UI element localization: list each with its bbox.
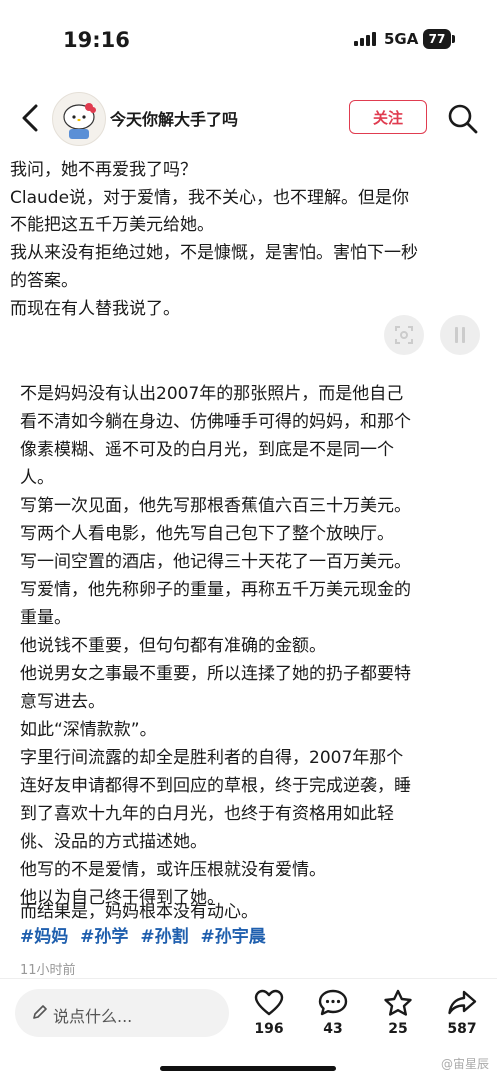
body-line: 写一间空置的酒店，他记得三十天花了一百万美元。 (20, 552, 411, 572)
hashtag-link[interactable]: #妈妈 (20, 927, 68, 947)
body-line: 如此“深情款款”。 (20, 720, 157, 740)
battery-tip (452, 35, 455, 43)
author-name[interactable]: 今天你解大手了吗 (110, 106, 238, 130)
screenshot-button[interactable] (384, 315, 424, 355)
body-line: 意写进去。 (20, 692, 105, 712)
image-text-line: 我从来没有拒绝过她，不是慷慨，是害怕。害怕下一秒 (10, 243, 418, 263)
favorite-button[interactable]: 25 (368, 989, 428, 1037)
follow-button[interactable]: 关注 (349, 100, 427, 134)
image-text-line: 的答案。 (10, 271, 78, 291)
body-line: 他写的不是爱情，或许压根就没有爱情。 (20, 860, 326, 880)
like-count: 196 (254, 1021, 284, 1037)
like-button[interactable]: 196 (239, 989, 299, 1037)
body-line: 连好友申请都得不到回应的草根，终于完成逆袭，睡 (20, 776, 411, 796)
body-line: 像素模糊、遥不可及的白月光，到底是不是同一个 (20, 440, 394, 460)
signal-icon (354, 32, 376, 46)
body-line: 字里行间流露的却全是胜利者的自得，2007年那个 (20, 748, 404, 768)
image-text-line: 我问，她不再爱我了吗？ (10, 160, 197, 180)
body-line: 人。 (20, 468, 54, 488)
pause-button[interactable] (440, 315, 480, 355)
hello-kitty-avatar-icon (63, 103, 96, 139)
hashtag-link[interactable]: #孙宇晨 (201, 927, 266, 947)
nav-bar: 今天你解大手了吗 关注 (0, 88, 497, 148)
favorite-count: 25 (388, 1021, 408, 1037)
comment-input[interactable]: 说点什么... (15, 989, 229, 1037)
comment-count: 43 (323, 1021, 343, 1037)
image-text-line: Claude说，对于爱情，我不关心，也不理解。但是你 (10, 188, 410, 208)
body-line: 重量。 (20, 608, 71, 628)
body-line: 写第一次见面，他先写那根香蕉值六百三十万美元。 (20, 496, 411, 516)
avatar[interactable] (52, 92, 106, 146)
share-button[interactable]: 587 (432, 989, 492, 1037)
comment-button[interactable]: 43 (303, 989, 363, 1037)
body-line: 写两个人看电影，他先写自己包下了整个放映厅。 (20, 524, 394, 544)
body-line: 写爱情，他先称卵子的重量，再称五千万美元现金的 (20, 580, 411, 600)
hashtag-link[interactable]: #孙割 (140, 927, 188, 947)
post-timestamp: 11小时前 (20, 963, 76, 978)
status-time: 19:16 (63, 28, 130, 52)
search-icon[interactable] (446, 102, 480, 136)
heart-icon (254, 989, 284, 1016)
share-arrow-icon (448, 990, 477, 1015)
image-text-line: 不能把这五千万美元给她。 (10, 215, 214, 235)
body-line: 佻、没品的方式描述她。 (20, 832, 207, 852)
divider (0, 978, 497, 979)
screenshot-icon (395, 326, 413, 344)
comment-placeholder: 说点什么... (53, 1007, 133, 1026)
network-type: 5GA (384, 30, 419, 48)
body-line: 看不清如今躺在身边、仿佛唾手可得的妈妈，和那个 (20, 412, 411, 432)
back-arrow-icon[interactable] (16, 100, 46, 136)
hashtag-list: #妈妈 #孙学 #孙割 #孙宇晨 (20, 922, 272, 947)
pen-icon (33, 1005, 47, 1019)
star-icon (384, 989, 412, 1016)
pause-icon (455, 327, 465, 343)
battery-icon: 77 (423, 29, 451, 49)
body-line: 他说钱不重要，但句句都有准确的金额。 (20, 636, 326, 656)
image-text-line: 而现在有人替我说了。 (10, 299, 180, 319)
home-indicator (160, 1066, 336, 1071)
hashtag-link[interactable]: #孙学 (80, 927, 128, 947)
body-line: 不是妈妈没有认出2007年的那张照片，而是他自己 (20, 384, 404, 404)
watermark: @宙星辰 (440, 1057, 489, 1071)
body-line: 到了喜欢十九年的白月光，也终于有资格用如此轻 (20, 804, 394, 824)
status-bar: 19:16 5GA 77 (0, 0, 497, 80)
comment-bubble-icon (318, 989, 348, 1016)
share-count: 587 (447, 1021, 477, 1037)
body-line: 他说男女之事最不重要，所以连揉了她的扔子都要特 (20, 664, 411, 684)
